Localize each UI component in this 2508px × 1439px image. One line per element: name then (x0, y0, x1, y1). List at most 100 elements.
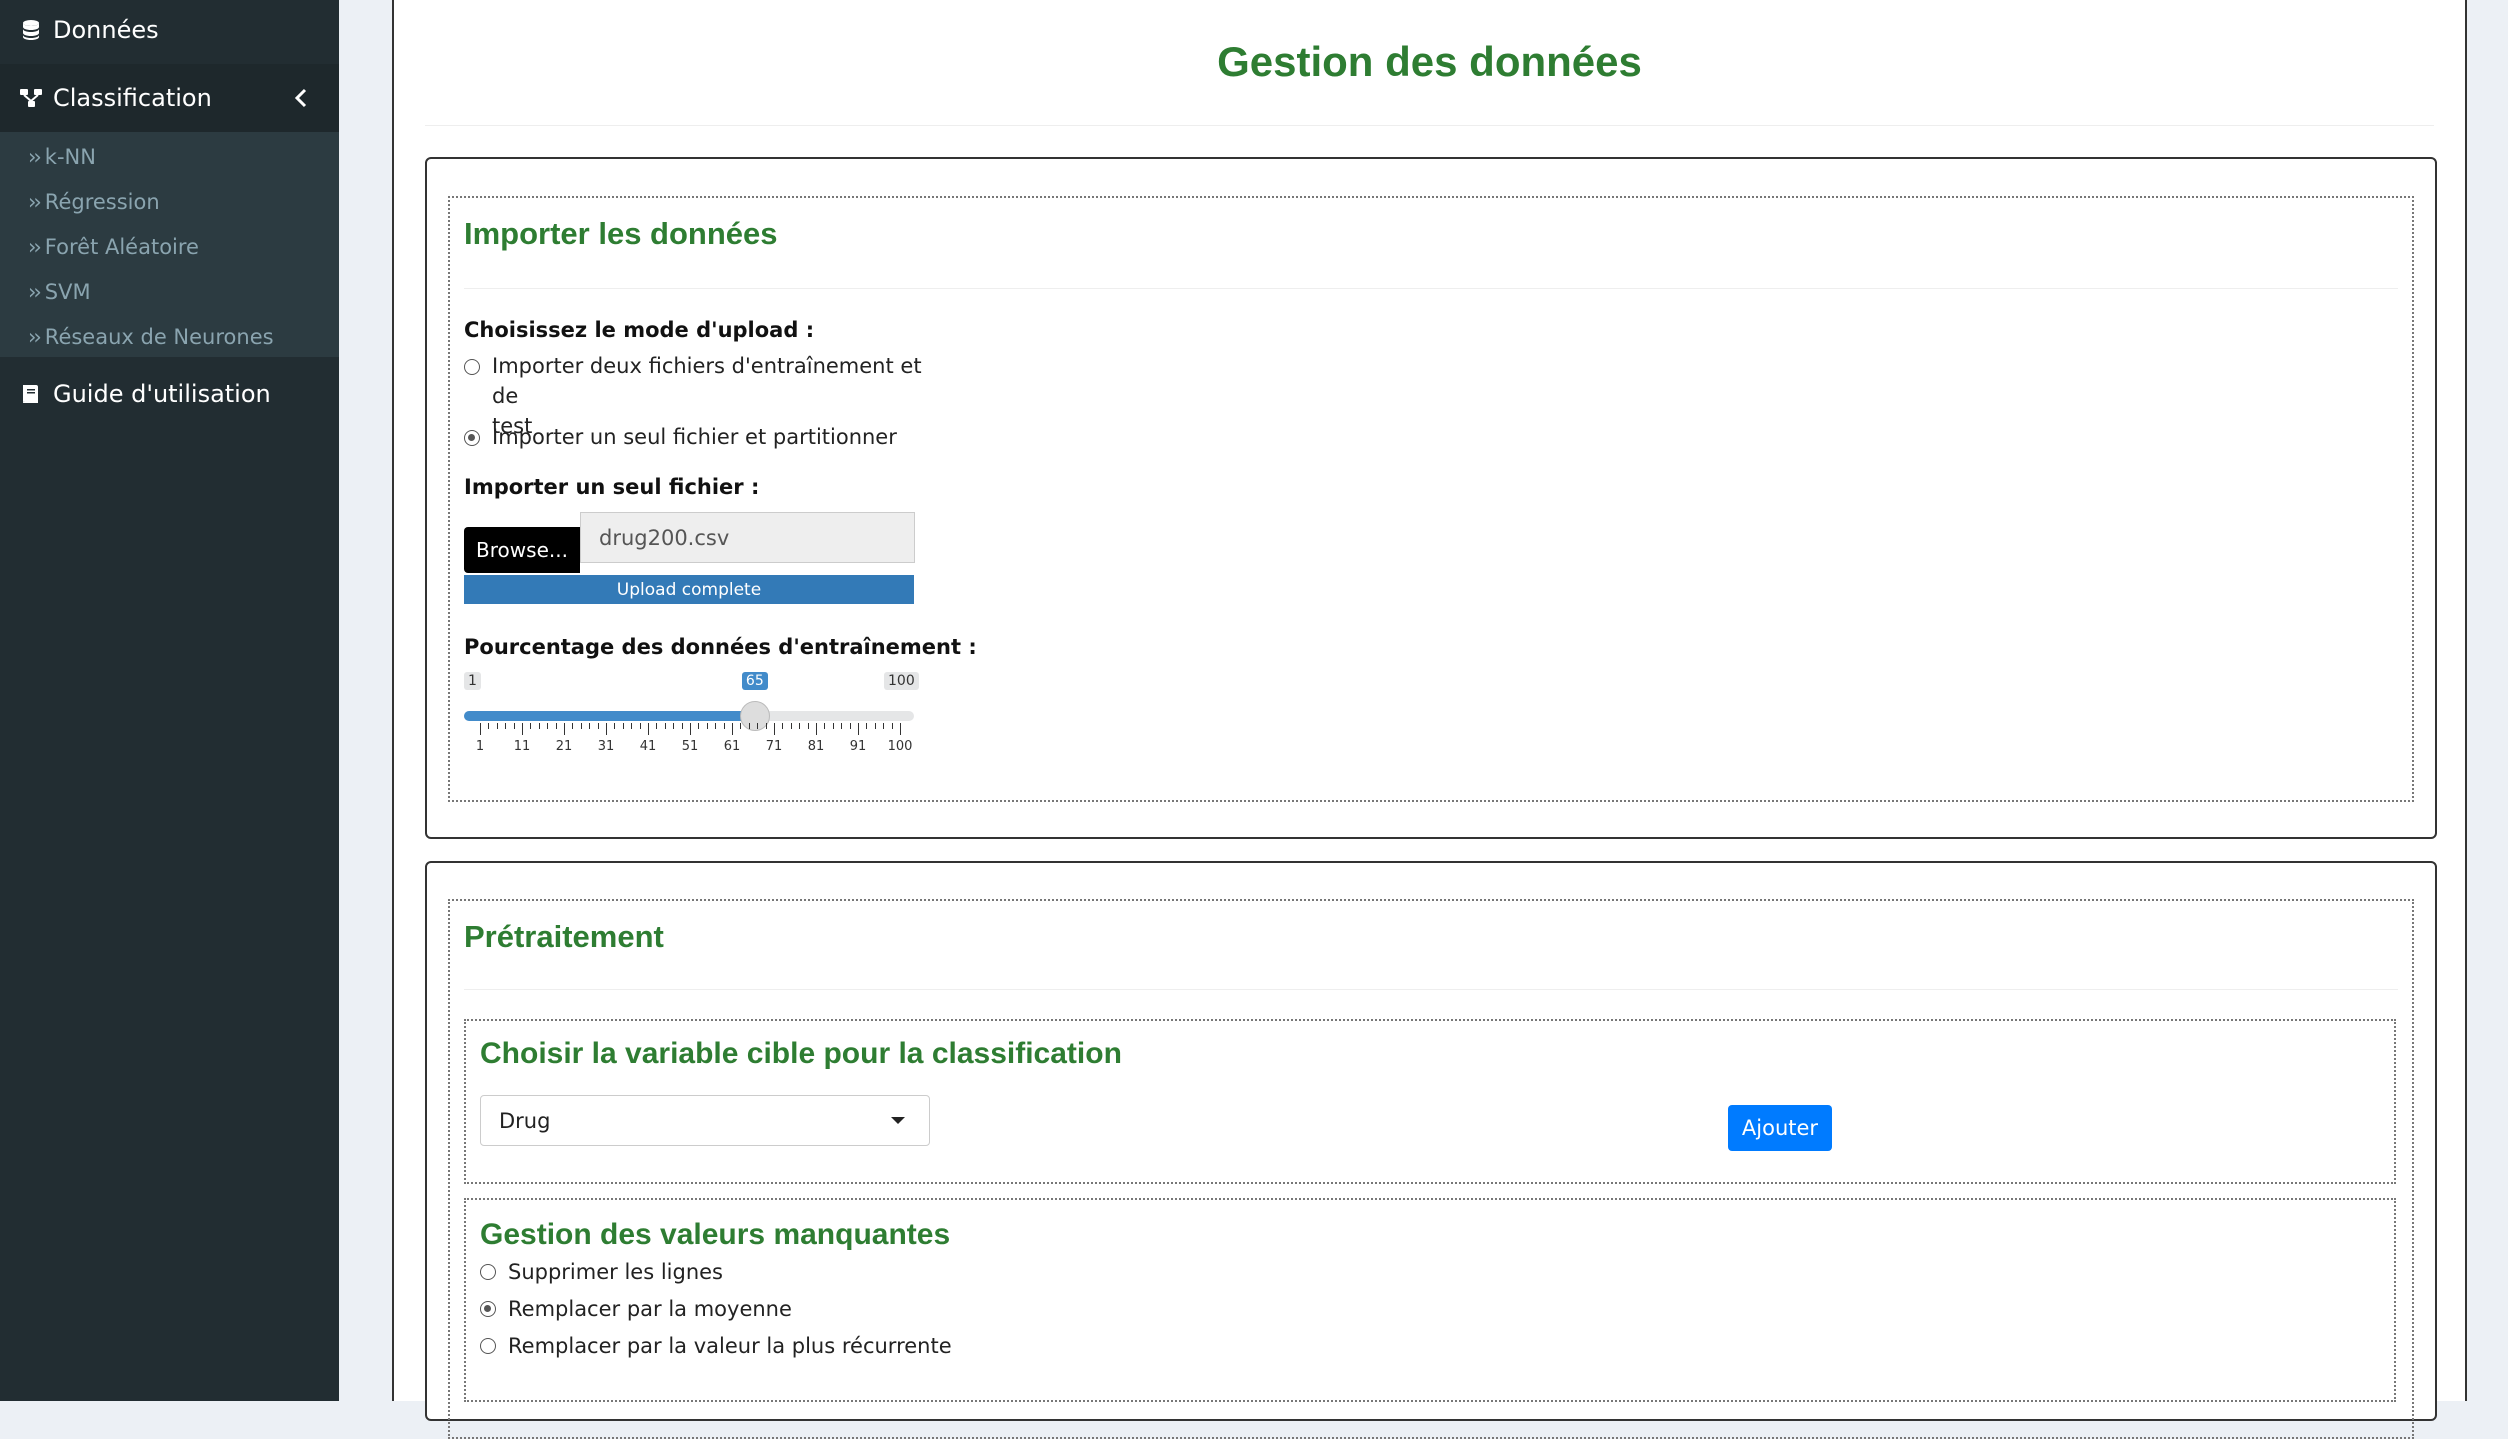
import-section-title: Importer les données (464, 216, 778, 251)
radio-button[interactable] (480, 1338, 496, 1354)
slider-minor-tick (824, 723, 826, 729)
file-upload-label: Importer un seul fichier : (464, 475, 760, 499)
slider-tick (858, 723, 859, 735)
slider-minor-tick (782, 723, 784, 729)
slider-tick-label: 91 (849, 739, 867, 754)
slider-minor-tick (790, 723, 792, 729)
browse-button[interactable]: Browse... (464, 527, 580, 573)
sidebar-subitem-label: k-NN (44, 145, 96, 169)
slider-minor-tick (715, 723, 717, 729)
slider-minor-tick (740, 723, 742, 729)
sidebar-item-label: Guide d'utilisation (53, 380, 271, 408)
import-box: Importer les données Choisissez le mode … (425, 157, 2437, 839)
file-name-field[interactable]: drug200.csv (580, 512, 915, 563)
upload-mode-single-file-radio[interactable]: Importer un seul fichier et partitionner (464, 425, 897, 452)
slider-min-label: 1 (464, 672, 481, 690)
radio-button[interactable] (464, 359, 480, 375)
slider-tick (816, 723, 817, 735)
add-button[interactable]: Ajouter (1728, 1105, 1832, 1151)
chevron-left-icon[interactable] (293, 86, 309, 110)
sidebar-item-guide[interactable]: Guide d'utilisation (0, 370, 339, 418)
slider-minor-tick (874, 723, 876, 729)
slider-minor-tick (748, 723, 750, 729)
database-icon (23, 20, 39, 40)
slider-minor-tick (807, 723, 809, 729)
slider-tick-label: 41 (639, 739, 657, 754)
slider-tick (774, 723, 775, 735)
radio-label-line1: Importer deux fichiers d'entraînement et… (492, 354, 922, 408)
missing-mode-radio[interactable]: Remplacer par la valeur la plus récurren… (480, 1334, 952, 1358)
slider-minor-tick (883, 723, 885, 729)
slider-tick-label: 100 (887, 739, 913, 754)
double-chevron-icon: ›› (28, 190, 42, 214)
slider-minor-tick (555, 723, 557, 729)
sidebar-item-label: Classification (53, 84, 212, 112)
slider-tick-label: 51 (681, 739, 699, 754)
missing-delete-rows-radio[interactable]: Supprimer les lignes (480, 1260, 723, 1284)
select-value: Drug (499, 1108, 551, 1133)
import-panel: Importer les données Choisissez le mode … (448, 196, 2414, 802)
sidebar-subitem-label: Régression (44, 190, 160, 214)
slider-tick-label: 31 (597, 739, 615, 754)
slider-minor-tick (639, 723, 641, 729)
slider-minor-tick (488, 723, 490, 729)
sidebar-item-donnees[interactable]: Données (0, 0, 339, 60)
caret-down-icon (891, 1117, 905, 1124)
slider-minor-tick (891, 723, 893, 729)
slider-minor-tick (614, 723, 616, 729)
slider-tick-label: 1 (475, 739, 485, 754)
slider-minor-tick (841, 723, 843, 729)
slider-fill (464, 711, 755, 721)
divider (464, 288, 2398, 289)
sidebar-item-svm[interactable]: ›› SVM (28, 277, 91, 307)
page-title: Gestion des données (1217, 38, 1642, 85)
missing-values-title: Gestion des valeurs manquantes (480, 1218, 951, 1251)
sidebar-item-classification[interactable]: Classification (0, 64, 339, 132)
slider-tick-label: 61 (723, 739, 741, 754)
sidebar-item-foret-aleatoire[interactable]: ›› Forêt Aléatoire (28, 232, 199, 262)
slider-tick-label: 71 (765, 739, 783, 754)
slider-minor-tick (723, 723, 725, 729)
slider-minor-tick (631, 723, 633, 729)
training-percentage-label: Pourcentage des données d'entraînement : (464, 635, 977, 659)
sidebar-item-knn[interactable]: ›› k-NN (28, 142, 96, 172)
slider-tick (564, 723, 565, 735)
sidebar-submenu: ›› k-NN ›› Régression ›› Forêt Aléatoire… (0, 132, 339, 357)
slider-minor-tick (589, 723, 591, 729)
slider-minor-tick (765, 723, 767, 729)
radio-button[interactable] (464, 430, 480, 446)
slider-minor-tick (799, 723, 801, 729)
slider-tick (480, 723, 481, 735)
missing-values-panel: Gestion des valeurs manquantes Supprimer… (464, 1198, 2396, 1402)
preprocess-section-title: Prétraitement (464, 919, 664, 954)
sidebar-subitem-label: SVM (44, 280, 91, 304)
target-variable-title: Choisir la variable cible pour la classi… (480, 1037, 1122, 1070)
radio-label: Supprimer les lignes (508, 1260, 723, 1284)
main-content: Gestion des données Importer les données… (392, 0, 2467, 1439)
slider-minor-tick (496, 723, 498, 729)
slider-minor-tick (622, 723, 624, 729)
slider-tick-label: 21 (555, 739, 573, 754)
sidebar-item-regression[interactable]: ›› Régression (28, 187, 160, 217)
slider-minor-tick (530, 723, 532, 729)
target-variable-select[interactable]: Drug (480, 1095, 930, 1146)
slider-minor-tick (513, 723, 515, 729)
radio-button[interactable] (480, 1264, 496, 1280)
sidebar-item-reseaux-neurones[interactable]: ›› Réseaux de Neurones (28, 322, 274, 352)
slider-minor-tick (597, 723, 599, 729)
target-variable-panel: Choisir la variable cible pour la classi… (464, 1019, 2396, 1184)
slider-tick (900, 723, 901, 735)
preprocess-box: Prétraitement Choisir la variable cible … (425, 861, 2437, 1439)
book-icon (23, 385, 38, 403)
radio-button[interactable] (480, 1301, 496, 1317)
slider-tick (648, 723, 649, 735)
upload-mode-label: Choisissez le mode d'upload : (464, 318, 815, 342)
slider-tick (732, 723, 733, 735)
double-chevron-icon: ›› (28, 280, 42, 304)
radio-label: Importer un seul fichier et partitionner (492, 425, 897, 449)
double-chevron-icon: ›› (28, 325, 42, 349)
radio-label: Remplacer par la valeur la plus récurren… (508, 1334, 952, 1358)
missing-mean-radio[interactable]: Remplacer par la moyenne (480, 1297, 792, 1321)
slider-minor-tick (832, 723, 834, 729)
slider-minor-tick (681, 723, 683, 729)
